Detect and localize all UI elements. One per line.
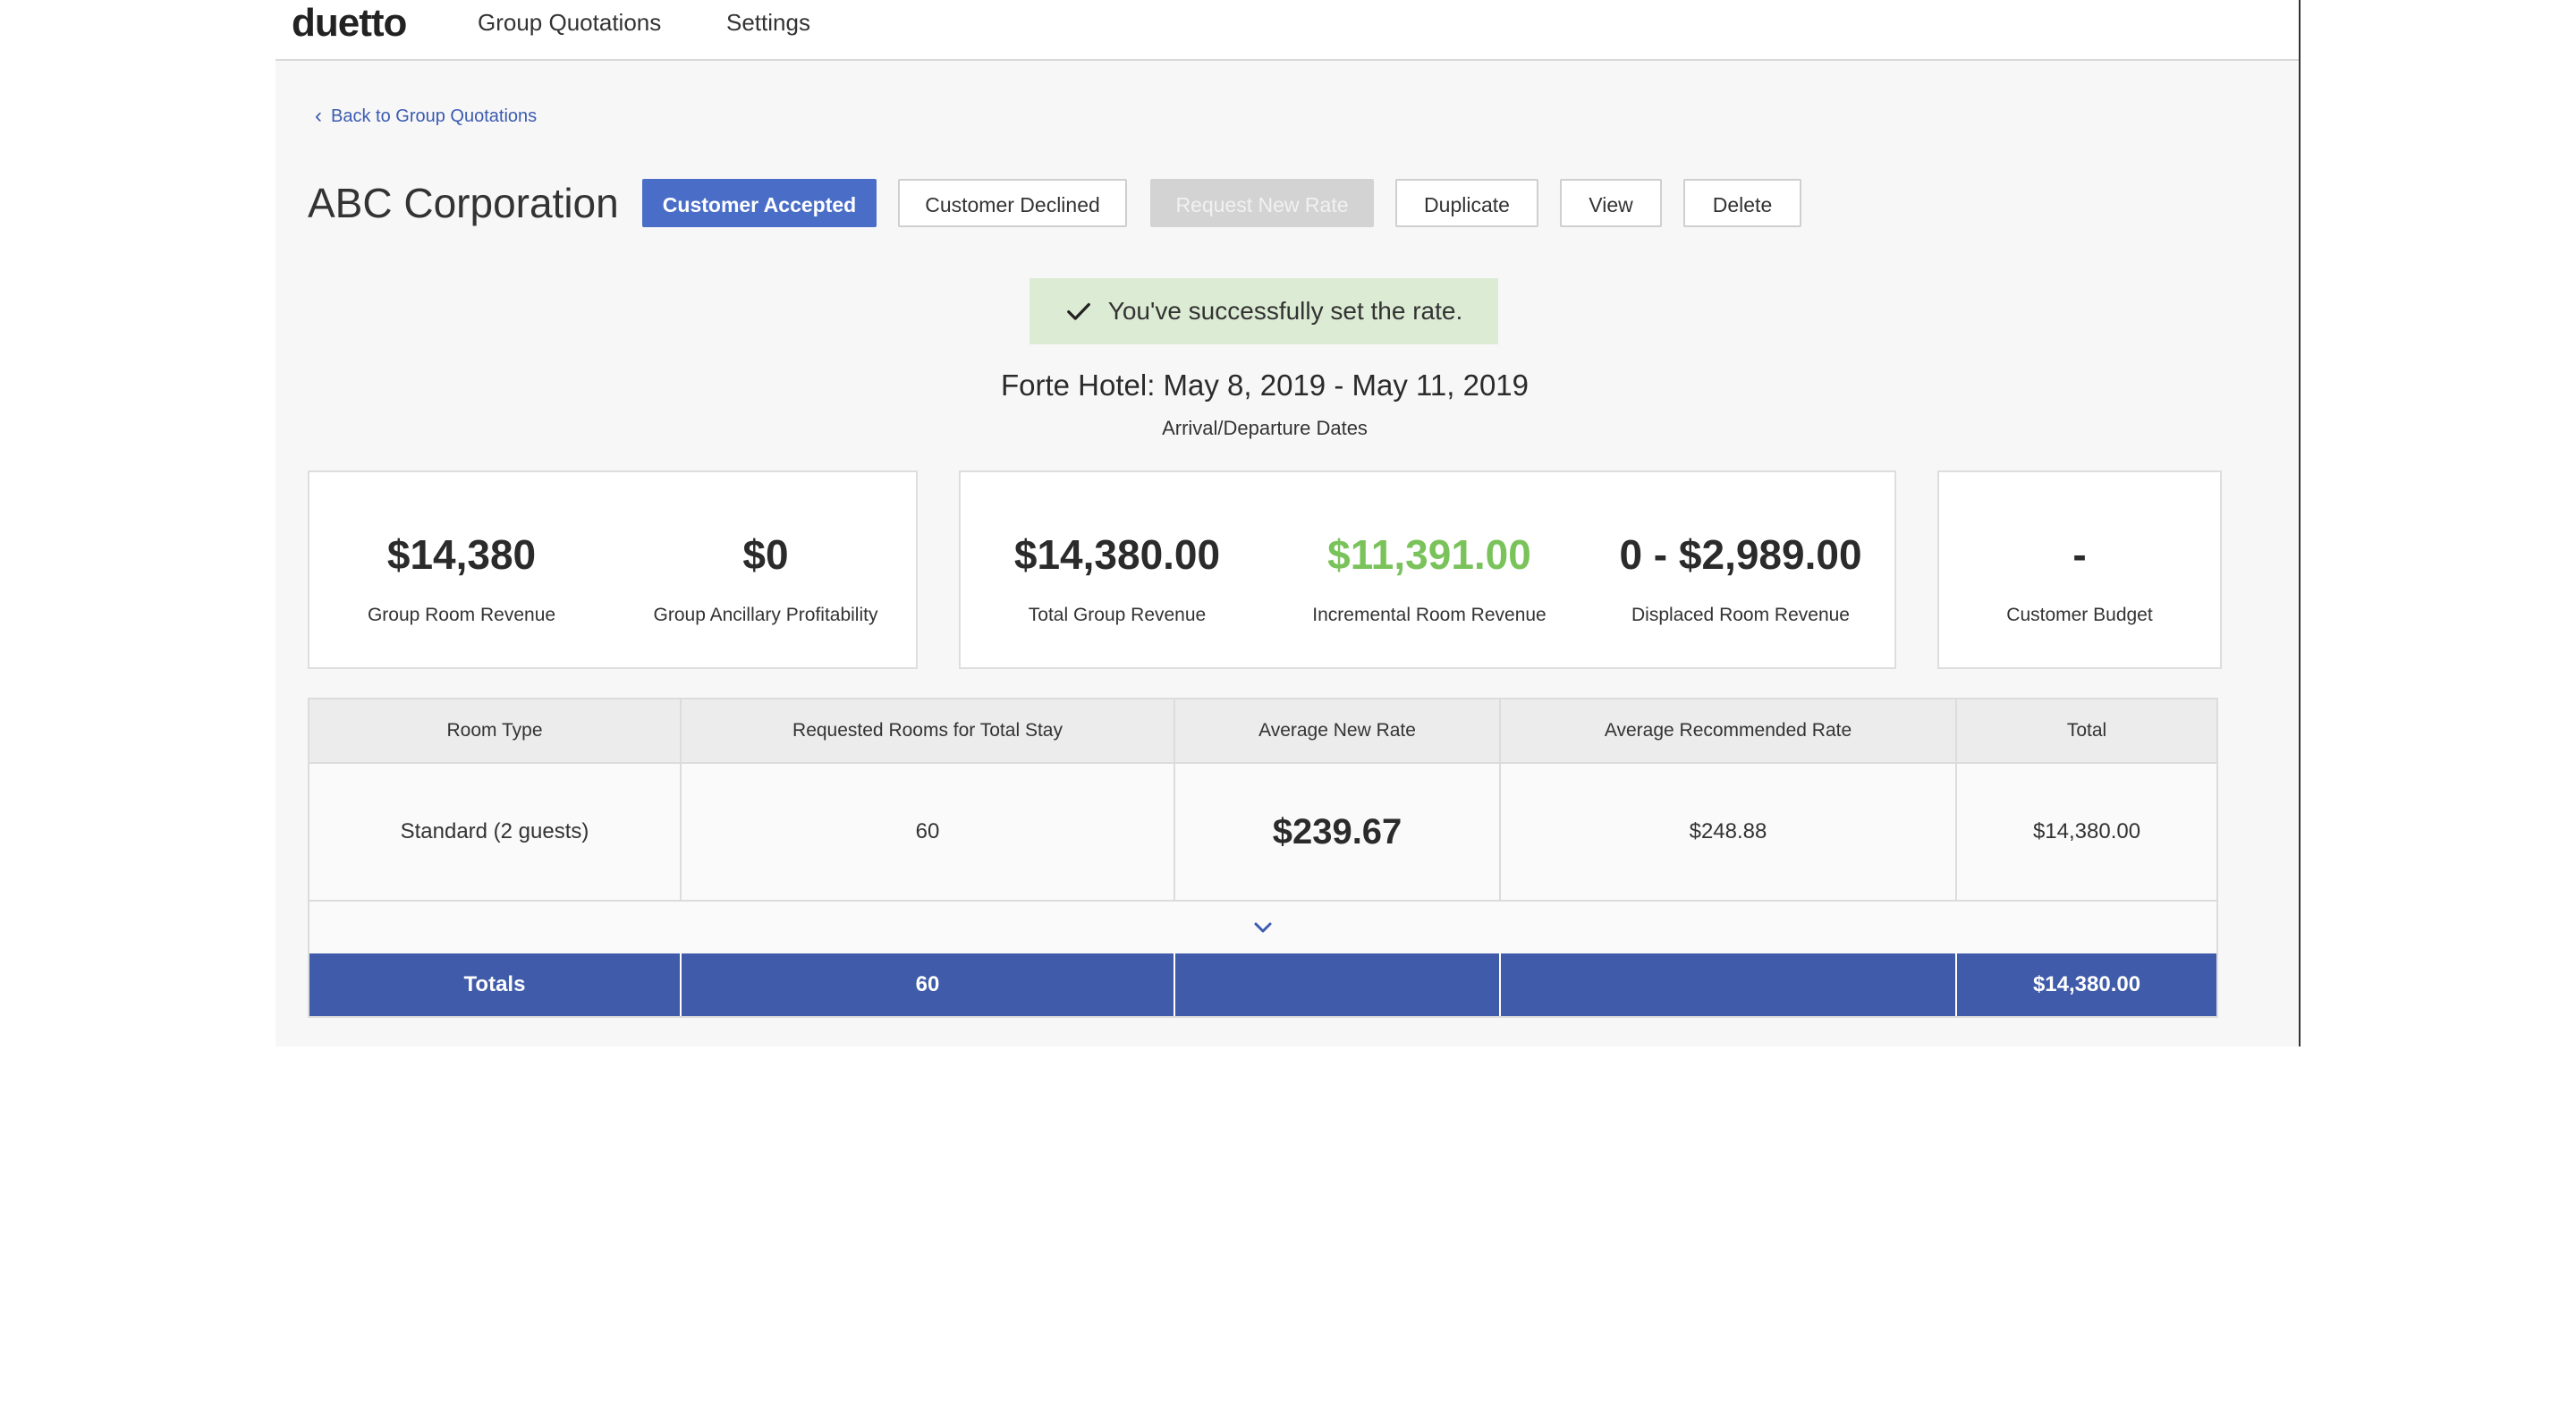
group-room-revenue-label: Group Room Revenue (367, 605, 556, 625)
customer-accepted-button[interactable]: Customer Accepted (642, 179, 877, 227)
room-type-cell: Standard (2 guests) (309, 764, 682, 900)
success-toast: You've successfully set the rate. (1030, 278, 1498, 344)
row-total-cell: $14,380.00 (2032, 819, 2141, 843)
incremental-room-revenue-label: Incremental Room Revenue (1312, 605, 1546, 625)
stay-subtitle: Arrival/Departure Dates (1162, 417, 1368, 439)
success-toast-message: You've successfully set the rate. (1107, 297, 1463, 325)
back-to-group-quotations-link[interactable]: ‹ Back to Group Quotations (315, 106, 537, 127)
group-revenue-card: $14,380.00 Total Group Revenue $11,391.0… (959, 470, 1896, 669)
total-group-revenue-metric: $14,380.00 Total Group Revenue (961, 530, 1274, 626)
top-navigation-bar: duetto Group Quotations Settings (275, 0, 2299, 61)
stay-title: Forte Hotel: May 8, 2019 - May 11, 2019 (1000, 369, 1530, 402)
table-header-row: Room Type Requested Rooms for Total Stay… (309, 699, 2216, 764)
total-group-revenue-label: Total Group Revenue (1028, 605, 1207, 625)
total-group-revenue-value: $14,380.00 (1013, 531, 1221, 578)
customer-budget-label: Customer Budget (2006, 605, 2153, 625)
totals-requested-rooms-cell: 60 (682, 953, 1175, 1016)
displaced-room-revenue-value: 0 - $2,989.00 (1619, 531, 1862, 578)
customer-declined-button[interactable]: Customer Declined (898, 179, 1127, 227)
totals-average-recommended-rate-cell (1501, 953, 1957, 1016)
room-revenue-card: $14,380 Group Room Revenue $0 Group Anci… (308, 470, 918, 669)
group-ancillary-metric: $0 Group Ancillary Profitability (614, 530, 918, 626)
group-ancillary-value: $0 (742, 531, 789, 578)
customer-budget-card: - Customer Budget (1937, 470, 2222, 669)
column-header-average-new-rate: Average New Rate (1175, 699, 1501, 762)
room-rates-table: Room Type Requested Rooms for Total Stay… (308, 698, 2218, 1018)
totals-label-cell: Totals (309, 953, 682, 1016)
column-header-room-type: Room Type (309, 699, 682, 762)
duetto-logo[interactable]: duetto (292, 0, 407, 47)
requested-rooms-cell: 60 (682, 764, 1175, 900)
totals-total-cell: $14,380.00 (2032, 972, 2141, 996)
delete-button[interactable]: Delete (1683, 179, 1801, 227)
group-room-revenue-metric: $14,380 Group Room Revenue (309, 530, 614, 626)
chevron-down-icon (1254, 922, 1272, 933)
chevron-left-icon: ‹ (315, 104, 322, 128)
app-window: duetto Group Quotations Settings ‹ Back … (275, 0, 2301, 1046)
customer-budget-metric: - Customer Budget (1939, 530, 2220, 626)
incremental-room-revenue-metric: $11,391.00 Incremental Room Revenue (1274, 530, 1585, 626)
group-ancillary-label: Group Ancillary Profitability (653, 605, 878, 625)
totals-average-new-rate-cell (1175, 953, 1501, 1016)
column-header-average-recommended-rate: Average Recommended Rate (1501, 699, 1957, 762)
column-header-requested-rooms: Requested Rooms for Total Stay (682, 699, 1175, 762)
request-new-rate-button[interactable]: Request New Rate (1150, 179, 1374, 227)
duplicate-button[interactable]: Duplicate (1395, 179, 1538, 227)
displaced-room-revenue-label: Displaced Room Revenue (1631, 605, 1850, 625)
nav-link-group-quotations[interactable]: Group Quotations (478, 0, 661, 45)
nav-link-settings[interactable]: Settings (726, 0, 810, 45)
expand-rows-toggle[interactable] (309, 902, 2216, 953)
checkmark-icon (1066, 302, 1090, 320)
incremental-room-revenue-value: $11,391.00 (1327, 531, 1531, 578)
table-row: Standard (2 guests) 60 $239.67 $248.88 $… (309, 764, 2216, 902)
totals-row: Totals 60 $14,380.00 (309, 953, 2216, 1016)
displaced-room-revenue-metric: 0 - $2,989.00 Displaced Room Revenue (1585, 530, 1896, 626)
back-link-label: Back to Group Quotations (331, 106, 538, 126)
view-button[interactable]: View (1560, 179, 1662, 227)
page-title: ABC Corporation (308, 180, 619, 226)
average-new-rate-cell[interactable]: $239.67 (1175, 764, 1501, 900)
customer-budget-value: - (2072, 531, 2087, 578)
group-room-revenue-value: $14,380 (386, 531, 537, 578)
average-recommended-rate-cell: $248.88 (1501, 764, 1957, 900)
column-header-total: Total (2066, 720, 2107, 741)
